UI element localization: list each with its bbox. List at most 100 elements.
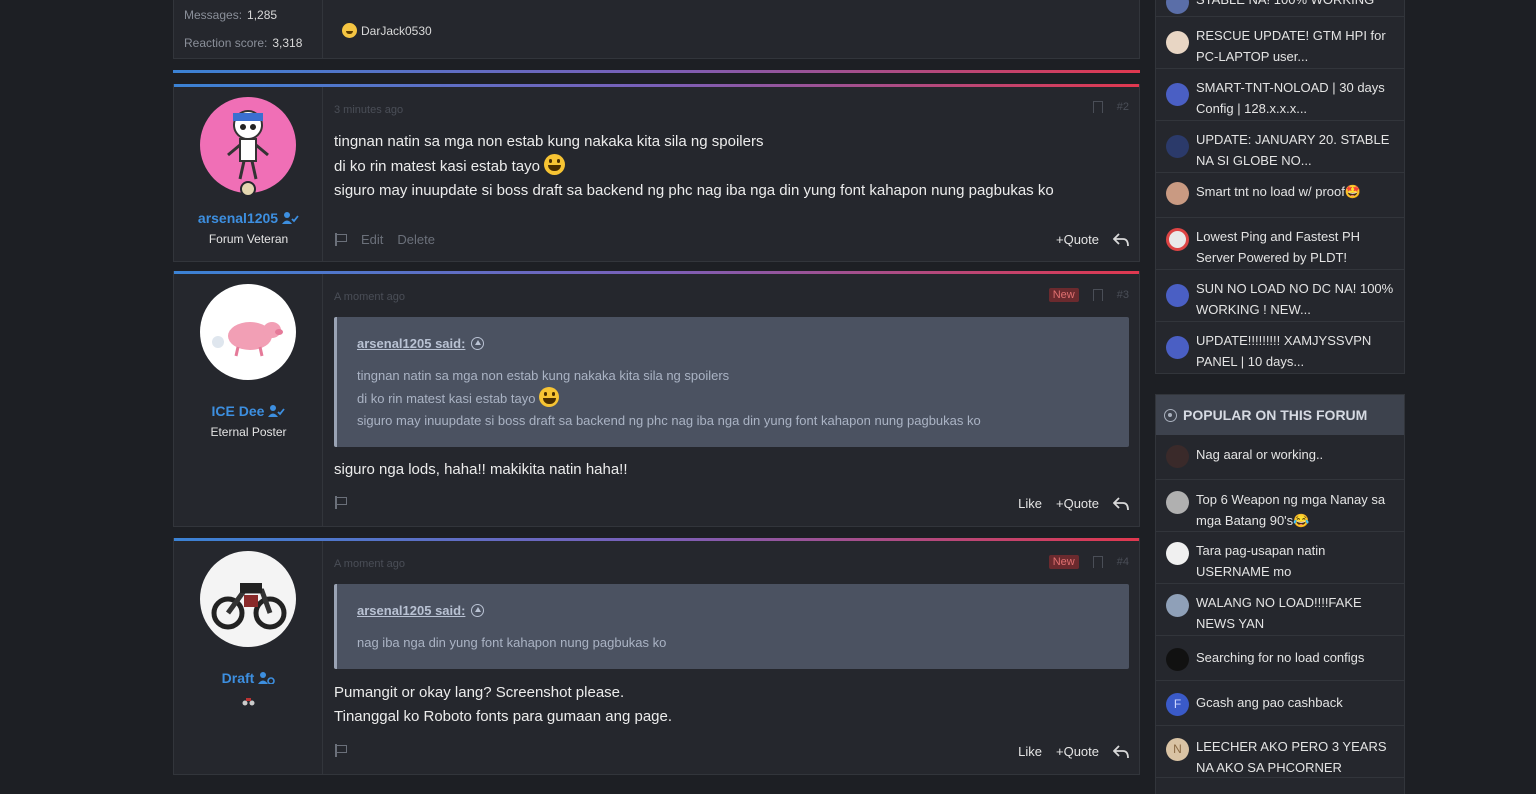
quote-author[interactable]: arsenal1205 said:: [357, 603, 485, 618]
reaction-summary[interactable]: DarJack0530: [342, 23, 432, 38]
post-username[interactable]: ICE Dee: [174, 403, 323, 419]
user-title: Eternal Poster: [210, 425, 287, 439]
post-user-cell: ICE Dee Eternal Poster: [174, 274, 323, 526]
thread-title[interactable]: UPDATE!!!!!!!!! XAMJYSSVPN PANEL | 10 da…: [1196, 330, 1394, 372]
post-time[interactable]: A moment ago: [334, 291, 405, 303]
report-flag-icon[interactable]: [334, 233, 347, 246]
like-button[interactable]: Like: [1018, 496, 1042, 511]
thread-title[interactable]: WALANG NO LOAD!!!!FAKE NEWS YAN: [1196, 592, 1394, 634]
username-text[interactable]: Draft: [222, 670, 255, 686]
verified-user-icon: [282, 212, 299, 224]
thread-title[interactable]: STABLE NA! 100% WORKING: [1196, 0, 1374, 10]
thread-title[interactable]: Searching for no load configs: [1196, 647, 1364, 668]
username-text[interactable]: ICE Dee: [212, 403, 265, 419]
jump-to-quote-icon[interactable]: [471, 337, 485, 350]
sidebar-thread-item[interactable]: Top 6 Weapon ng mga Nanay sa mga Batang …: [1156, 480, 1404, 532]
sidebar-thread-item[interactable]: WALANG NO LOAD!!!!FAKE NEWS YAN: [1156, 584, 1404, 636]
grinning-emoji-icon: [539, 387, 560, 407]
post-body: tingnan natin sa mga non estab kung naka…: [334, 130, 1054, 203]
post-3: ICE Dee Eternal Poster A moment ago New …: [173, 271, 1140, 527]
username-text[interactable]: arsenal1205: [198, 210, 278, 226]
bookmark-icon[interactable]: [1092, 289, 1103, 301]
post-content: 3 minutes ago #2 tingnan natin sa mga no…: [334, 87, 1129, 261]
avatar[interactable]: [200, 284, 296, 380]
report-flag-icon[interactable]: [334, 744, 347, 757]
quote-author-text[interactable]: arsenal1205 said:: [357, 336, 465, 351]
post-time[interactable]: A moment ago: [334, 558, 405, 570]
sidebar-thread-item[interactable]: Searching for no load configs: [1156, 636, 1404, 681]
post-username[interactable]: Draft: [174, 670, 323, 686]
thread-title[interactable]: SMART-TNT-NOLOAD | 30 days Config | 128.…: [1196, 77, 1394, 119]
sidebar-thread-item[interactable]: UPDATE!!!!!!!!! XAMJYSSVPN PANEL | 10 da…: [1156, 322, 1404, 374]
post-line: tingnan natin sa mga non estab kung naka…: [334, 133, 764, 150]
sidebar-thread-item[interactable]: Nag aaral or working..: [1156, 435, 1404, 480]
sidebar-thread-item[interactable]: RESCUE UPDATE! GTM HPI for PC-LAPTOP use…: [1156, 17, 1404, 69]
reply-share-icon[interactable]: [1113, 232, 1129, 247]
post-body: siguro nga lods, haha!! makikita natin h…: [334, 458, 628, 482]
quote-line: siguro may inuupdate si boss draft sa ba…: [357, 413, 981, 428]
bookmark-icon[interactable]: [1092, 556, 1103, 568]
messages-stat: Messages: 1,285: [184, 1, 322, 29]
post-user-cell: Draft: [174, 541, 323, 774]
sidebar-thread-item[interactable]: UPDATE: JANUARY 20. STABLE NA SI GLOBE N…: [1156, 121, 1404, 173]
thread-avatar: N: [1166, 738, 1189, 761]
edit-link[interactable]: Edit: [361, 232, 383, 247]
thread-title[interactable]: Lowest Ping and Fastest PH Server Powere…: [1196, 226, 1394, 268]
sidebar-thread-item[interactable]: Lowest Ping and Fastest PH Server Powere…: [1156, 218, 1404, 270]
sidebar-thread-item[interactable]: SMART-TNT-NOLOAD | 30 days Config | 128.…: [1156, 69, 1404, 121]
reaction-stat: Reaction score: 3,318: [184, 29, 322, 57]
thread-title[interactable]: SUN NO LOAD NO DC NA! 100% WORKING ! NEW…: [1196, 278, 1394, 320]
thread-title[interactable]: UPDATE: JANUARY 20. STABLE NA SI GLOBE N…: [1196, 129, 1394, 171]
thread-title[interactable]: Gcash ang pao cashback: [1196, 692, 1343, 713]
thread-avatar: [1166, 445, 1189, 468]
avatar[interactable]: [200, 97, 296, 193]
thread-title[interactable]: RESCUE UPDATE! GTM HPI for PC-LAPTOP use…: [1196, 25, 1394, 67]
report-flag-icon[interactable]: [334, 496, 347, 509]
thread-title[interactable]: Top 6 Weapon ng mga Nanay sa mga Batang …: [1196, 489, 1394, 531]
post-meta-right: New #4: [1048, 555, 1129, 569]
sidebar-thread-item[interactable]: Smart tnt no load w/ proof🤩: [1156, 173, 1404, 218]
post-time[interactable]: 3 minutes ago: [334, 104, 403, 116]
post-number[interactable]: #4: [1117, 556, 1129, 568]
quote-button[interactable]: +Quote: [1056, 744, 1099, 759]
post-actions-left: Edit Delete: [334, 232, 435, 247]
post-line: Tinanggal ko Roboto fonts para gumaan an…: [334, 708, 673, 725]
quote-author[interactable]: arsenal1205 said:: [357, 336, 485, 351]
quote-author-text[interactable]: arsenal1205 said:: [357, 603, 465, 618]
avatar[interactable]: [200, 551, 296, 647]
sidebar-thread-item[interactable]: STABLE NA! 100% WORKING: [1156, 0, 1404, 17]
motorbike-icon: [242, 693, 255, 706]
reacted-username[interactable]: DarJack0530: [361, 24, 432, 38]
sidebar-thread-item[interactable]: SUN NO LOAD NO DC NA! 100% WORKING ! NEW…: [1156, 270, 1404, 322]
post-actions-left: [334, 744, 347, 757]
post-content: A moment ago New #3 arsenal1205 said: ti…: [334, 274, 1129, 526]
sidebar-thread-item[interactable]: Tara pag-usapan natin USERNAME mo: [1156, 532, 1404, 584]
thread-title[interactable]: LEECHER AKO PERO 3 YEARS NA AKO SA PHCOR…: [1196, 736, 1394, 778]
messages-label: Messages:: [184, 8, 243, 22]
thread-title[interactable]: Tara pag-usapan natin USERNAME mo: [1196, 540, 1394, 582]
post-number[interactable]: #2: [1117, 101, 1129, 113]
jump-to-quote-icon[interactable]: [471, 604, 485, 617]
latest-threads-block: STABLE NA! 100% WORKING RESCUE UPDATE! G…: [1155, 0, 1405, 374]
quote-button[interactable]: +Quote: [1056, 232, 1099, 247]
quote-button[interactable]: +Quote: [1056, 496, 1099, 511]
previous-post-user-stats: Messages: 1,285 Reaction score: 3,318: [174, 0, 323, 58]
post-4: Draft A moment ago New #4 arsenal1205 sa…: [173, 538, 1140, 775]
sidebar-thread-item[interactable]: F Gcash ang pao cashback: [1156, 681, 1404, 726]
bookmark-icon[interactable]: [1092, 101, 1103, 113]
reply-share-icon[interactable]: [1113, 496, 1129, 511]
thread-title[interactable]: Nag aaral or working..: [1196, 444, 1323, 465]
popular-threads-block: POPULAR ON THIS FORUM Nag aaral or worki…: [1155, 394, 1405, 794]
thread-avatar: [1166, 542, 1189, 565]
post-body: Pumangit or okay lang? Screenshot please…: [334, 681, 672, 729]
post-number[interactable]: #3: [1117, 289, 1129, 301]
like-button[interactable]: Like: [1018, 744, 1042, 759]
post-username[interactable]: arsenal1205: [174, 210, 323, 226]
wow-reaction-icon: [342, 23, 357, 38]
reply-share-icon[interactable]: [1113, 744, 1129, 759]
thread-avatar: [1166, 0, 1189, 14]
thread-title[interactable]: Smart tnt no load w/ proof🤩: [1196, 181, 1361, 202]
post-line: di ko rin matest kasi estab tayo: [334, 154, 1054, 179]
sidebar-thread-item[interactable]: N LEECHER AKO PERO 3 YEARS NA AKO SA PHC…: [1156, 726, 1404, 778]
delete-link[interactable]: Delete: [397, 232, 435, 247]
